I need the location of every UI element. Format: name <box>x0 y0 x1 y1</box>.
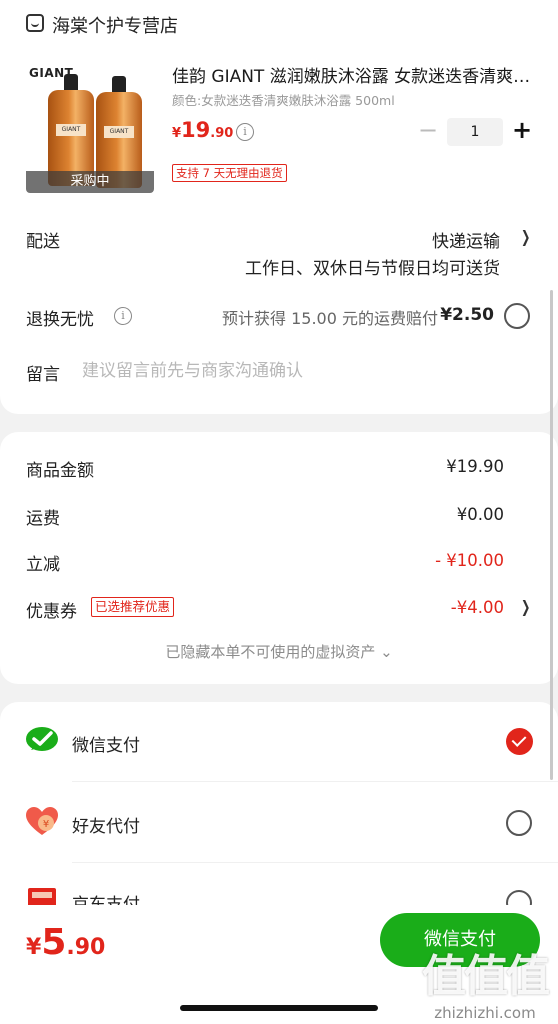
quantity-decrease-button[interactable]: − <box>418 118 438 142</box>
message-label: 留言 <box>26 365 60 385</box>
friend-pay-icon: ¥ <box>26 807 58 835</box>
payment-method-label[interactable]: 好友代付 <box>72 812 140 837</box>
exchange-insurance-desc: 预计获得 15.00 元的运费赔付 <box>222 309 438 328</box>
product-price: ¥19.90 <box>172 118 234 142</box>
product-variant[interactable]: 颜色:女款迷迭香清爽嫩肤沐浴露 500ml <box>172 90 395 109</box>
price-info-icon[interactable]: i <box>236 123 254 141</box>
quantity-field[interactable]: 1 <box>447 118 503 146</box>
wechat-pay-icon <box>26 727 58 751</box>
store-icon <box>26 14 44 32</box>
order-item-card: 海棠个护专营店 GIANT GIANT GIANT 采购中 佳韵 GIANT 滋… <box>0 0 558 414</box>
discount-label: 立减 <box>26 555 60 575</box>
goods-amount-value: ¥19.90 <box>446 457 504 476</box>
freight-label: 运费 <box>26 509 60 529</box>
divider <box>72 781 558 782</box>
scrollbar[interactable] <box>550 290 553 780</box>
exchange-insurance-price: ¥2.50 <box>440 305 494 325</box>
shipping-label: 配送 <box>26 232 60 252</box>
purchasing-status-label: 采购中 <box>26 171 154 193</box>
shipping-method[interactable]: 快递运输 <box>432 227 500 252</box>
return-policy-badge: 支持 7 天无理由退货 <box>172 164 287 182</box>
chevron-right-icon[interactable]: ❯ <box>521 597 530 616</box>
coupon-value[interactable]: -¥4.00 <box>451 598 504 617</box>
hidden-assets-toggle[interactable]: 已隐藏本单不可使用的虚拟资产 ⌄ <box>0 641 558 662</box>
message-input[interactable] <box>82 358 522 384</box>
order-total: ¥5.90 <box>26 922 106 963</box>
watermark-logo: 值值值 zhizhizhi.com <box>422 951 550 1022</box>
product-image[interactable]: GIANT GIANT GIANT 采购中 <box>26 58 154 193</box>
payment-radio[interactable] <box>506 810 532 836</box>
exchange-info-icon[interactable]: i <box>114 307 132 325</box>
home-indicator[interactable] <box>180 1005 378 1011</box>
goods-amount-label: 商品金额 <box>26 461 94 481</box>
freight-value: ¥0.00 <box>456 505 504 524</box>
selected-check-icon[interactable] <box>506 728 533 755</box>
coupon-recommended-badge[interactable]: 已选推荐优惠 <box>91 597 175 617</box>
svg-text:¥: ¥ <box>43 819 49 830</box>
discount-value: - ¥10.00 <box>435 551 504 570</box>
quantity-increase-button[interactable]: + <box>512 116 532 144</box>
divider <box>72 862 558 863</box>
exchange-insurance-label: 退换无忧 <box>26 310 94 330</box>
shipping-schedule: 工作日、双休日与节假日均可送货 <box>245 259 500 279</box>
payment-method-label[interactable]: 微信支付 <box>72 731 140 756</box>
exchange-insurance-radio[interactable] <box>504 303 530 329</box>
product-title[interactable]: 佳韵 GIANT 滋润嫩肤沐浴露 女款迷迭香清爽嫩肤沐浴露 <box>172 62 534 87</box>
store-name[interactable]: 海棠个护专营店 <box>52 12 178 38</box>
coupon-label[interactable]: 优惠券 <box>26 597 77 622</box>
chevron-right-icon[interactable]: ❯ <box>521 227 530 246</box>
